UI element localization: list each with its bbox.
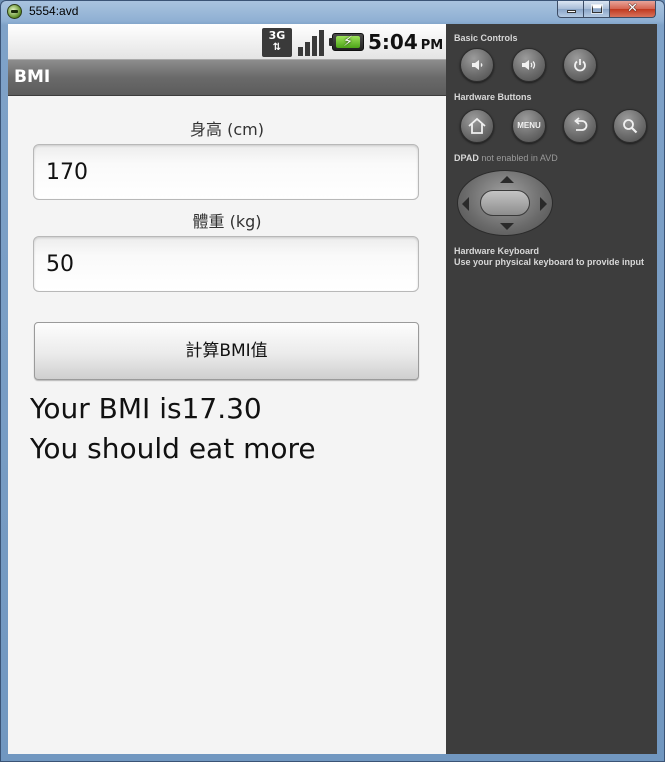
dpad-heading: DPAD not enabled in AVD <box>454 153 558 164</box>
minimize-button[interactable] <box>557 1 584 18</box>
height-input[interactable]: 170 <box>33 144 419 200</box>
dpad-center-button <box>480 190 530 216</box>
height-label: 身高 (cm) <box>190 120 264 139</box>
search-icon <box>623 119 638 134</box>
charging-bolt-icon: ⚡ <box>343 34 353 50</box>
app-title: BMI <box>14 67 51 87</box>
menu-button[interactable]: MENU <box>512 109 546 143</box>
dpad-status: not enabled in AVD <box>481 153 558 163</box>
bmi-result-text: Your BMI is17.30 <box>30 392 262 425</box>
close-icon: ✕ <box>627 1 638 16</box>
volume-up-icon <box>522 60 536 70</box>
home-button[interactable] <box>460 109 494 143</box>
power-icon <box>574 59 586 72</box>
clock-ampm: PM <box>420 38 444 53</box>
back-icon <box>574 117 588 131</box>
dpad-right-icon <box>540 197 547 211</box>
hardware-keyboard-note: Use your physical keyboard to provide in… <box>454 257 645 267</box>
emulator-control-panel: Basic Controls Hardware Buttons MENU DPA… <box>446 24 657 754</box>
calculate-bmi-button[interactable]: 計算BMI值 <box>34 322 419 380</box>
clock-time: 5:04 <box>368 30 418 54</box>
hardware-keyboard-info: Hardware Keyboard Use your physical keyb… <box>454 246 644 268</box>
volume-up-button[interactable] <box>512 48 546 82</box>
weight-input[interactable]: 50 <box>33 236 419 292</box>
android-status-bar: 3G ⇅ ⚡ 5:04 PM <box>8 24 446 59</box>
dpad-label: DPAD <box>454 153 479 163</box>
bmi-advice-text: You should eat more <box>30 432 316 465</box>
app-title-bar: BMI <box>8 59 446 96</box>
android-app-icon[interactable] <box>7 4 22 19</box>
hardware-buttons-heading: Hardware Buttons <box>454 92 532 102</box>
menu-icon: MENU <box>517 121 541 130</box>
data-activity-icon: ⇅ <box>272 42 282 53</box>
battery-charging-icon: ⚡ <box>329 33 364 51</box>
dpad-left-icon <box>462 197 469 211</box>
close-button[interactable]: ✕ <box>610 1 656 18</box>
signal-strength-icon <box>298 30 324 56</box>
status-clock: 5:04 PM <box>368 30 443 58</box>
home-icon <box>468 117 486 134</box>
window-title: 5554:avd <box>29 4 79 18</box>
network-type-label: 3G <box>268 29 286 42</box>
volume-down-icon <box>472 60 483 70</box>
dpad-down-icon <box>500 223 514 230</box>
network-3g-icon: 3G ⇅ <box>262 28 292 57</box>
volume-down-button[interactable] <box>460 48 494 82</box>
app-content: 身高 (cm) 170 體重 (kg) 50 計算BMI值 Your BMI i… <box>8 96 446 754</box>
power-button[interactable] <box>563 48 597 82</box>
basic-controls-heading: Basic Controls <box>454 33 518 43</box>
caption-buttons: ✕ <box>557 1 656 19</box>
maximize-button[interactable] <box>584 1 610 18</box>
dpad-up-icon <box>500 176 514 183</box>
search-button[interactable] <box>613 109 647 143</box>
hardware-keyboard-heading: Hardware Keyboard <box>454 246 540 256</box>
weight-label: 體重 (kg) <box>192 212 262 231</box>
dpad-control <box>457 170 553 236</box>
back-button[interactable] <box>563 109 597 143</box>
emulator-screen: 3G ⇅ ⚡ 5:04 PM BMI 身高 (cm) 170 體重 (kg) 50… <box>8 24 446 754</box>
